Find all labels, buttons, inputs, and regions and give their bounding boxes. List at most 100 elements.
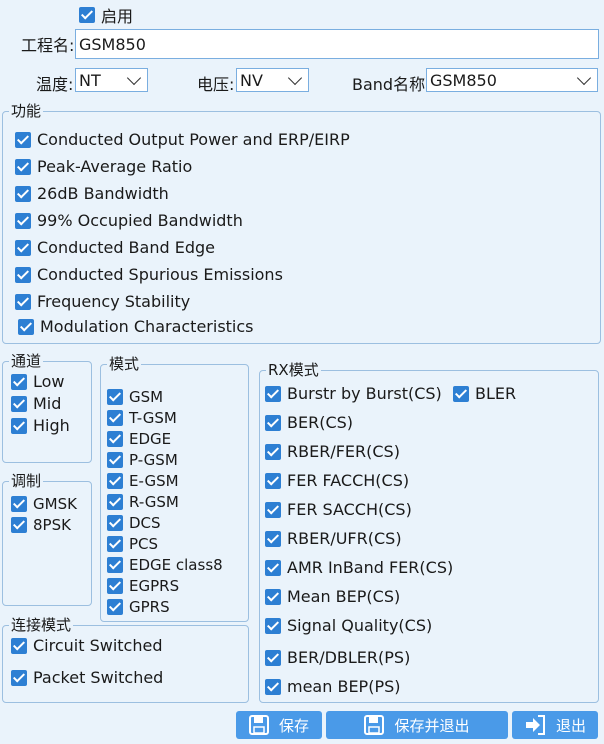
- project-name-value: GSM850: [79, 34, 146, 54]
- temperature-value: NT: [79, 70, 101, 90]
- band-label: Band名称:: [352, 75, 431, 94]
- temperature-select[interactable]: NT: [75, 68, 148, 92]
- checkbox-checked-icon: [15, 131, 31, 148]
- project-name-input[interactable]: GSM850: [75, 29, 599, 59]
- exit-label: 退出: [555, 716, 586, 735]
- mode-item-checkbox[interactable]: P-GSM: [107, 451, 178, 469]
- function-item-checkbox-label: Conducted Spurious Emissions: [37, 265, 283, 284]
- connect-group-title: 连接模式: [9, 615, 74, 635]
- rx-item-checkbox-label: RBER/FER(CS): [287, 442, 400, 461]
- function-item-checkbox-label: 99% Occupied Bandwidth: [37, 211, 243, 230]
- function-item-checkbox[interactable]: Conducted Band Edge: [15, 238, 215, 257]
- voltage-select[interactable]: NV: [236, 68, 309, 92]
- band-select[interactable]: GSM850: [426, 68, 598, 92]
- checkbox-checked-icon: [11, 373, 27, 390]
- mode-item-checkbox-label: P-GSM: [129, 451, 178, 469]
- checkbox-checked-icon: [265, 649, 281, 666]
- temperature-label: 温度:: [36, 75, 74, 94]
- checkbox-checked-icon: [265, 472, 281, 489]
- function-group: 功能 Conducted Output Power and ERP/EIRP Pe…: [2, 101, 601, 344]
- function-item-checkbox[interactable]: Conducted Output Power and ERP/EIRP: [15, 130, 350, 149]
- mode-item-checkbox[interactable]: DCS: [107, 514, 161, 532]
- function-item-checkbox[interactable]: 99% Occupied Bandwidth: [15, 211, 243, 230]
- function-item-checkbox-label: Frequency Stability: [37, 292, 191, 311]
- function-item-checkbox[interactable]: Frequency Stability: [15, 292, 190, 311]
- connect-item-checkbox-label: Packet Switched: [33, 668, 164, 687]
- mode-item-checkbox-label: EGPRS: [129, 577, 180, 595]
- mode-item-checkbox-label: GSM: [129, 388, 164, 406]
- rx-group-title: RX模式: [266, 360, 321, 380]
- rx-item-checkbox[interactable]: BER(CS): [265, 413, 353, 432]
- rx-item-checkbox[interactable]: RBER/UFR(CS): [265, 529, 402, 548]
- mode-group-title: 模式: [107, 354, 142, 374]
- checkbox-checked-icon: [107, 557, 123, 573]
- mode-item-checkbox-label: GPRS: [129, 598, 170, 616]
- function-item-checkbox[interactable]: Modulation Characteristics: [18, 317, 254, 336]
- save-exit-button[interactable]: 保存并退出: [326, 711, 508, 739]
- project-name-label: 工程名:: [21, 36, 75, 55]
- mode-item-checkbox-label: EDGE class8: [129, 556, 223, 574]
- rx-item-checkbox[interactable]: BER/DBLER(PS): [265, 648, 410, 667]
- rx-item-checkbox-label: Mean BEP(CS): [287, 587, 401, 606]
- checkbox-checked-icon: [15, 266, 31, 283]
- connect-item-checkbox[interactable]: Packet Switched: [11, 668, 163, 687]
- checkbox-checked-icon: [265, 559, 281, 576]
- rx-item-checkbox[interactable]: FER SACCH(CS): [265, 500, 412, 519]
- checkbox-checked-icon: [11, 496, 27, 512]
- rx-item-checkbox[interactable]: RBER/FER(CS): [265, 442, 400, 461]
- mode-item-checkbox[interactable]: GPRS: [107, 598, 170, 616]
- channel-item-checkbox[interactable]: Low: [11, 372, 65, 391]
- mode-item-checkbox-label: DCS: [129, 514, 161, 532]
- function-item-checkbox[interactable]: Conducted Spurious Emissions: [15, 265, 283, 284]
- mode-item-checkbox[interactable]: T-GSM: [107, 409, 177, 427]
- connect-item-checkbox[interactable]: Circuit Switched: [11, 636, 162, 655]
- channel-item-checkbox[interactable]: High: [11, 416, 70, 435]
- function-item-checkbox-label: Conducted Output Power and ERP/EIRP: [37, 130, 350, 149]
- mode-item-checkbox[interactable]: PCS: [107, 535, 158, 553]
- mode-item-checkbox[interactable]: GSM: [107, 388, 163, 406]
- checkbox-checked-icon: [15, 239, 31, 256]
- function-item-checkbox-label: Conducted Band Edge: [37, 238, 215, 257]
- modulation-item-checkbox[interactable]: GMSK: [11, 495, 77, 513]
- rx-item-checkbox[interactable]: Mean BEP(CS): [265, 587, 400, 606]
- chevron-down-icon: [576, 70, 592, 85]
- rx-item-checkbox[interactable]: BLER: [453, 384, 516, 403]
- enable-label: 启用: [101, 7, 134, 26]
- rx-group: RX模式 Burstr by Burst(CS) BLER BER(CS) RBER/…: [259, 360, 599, 703]
- function-item-checkbox[interactable]: 26dB Bandwidth: [15, 184, 169, 203]
- checkbox-checked-icon: [15, 158, 31, 175]
- rx-item-checkbox[interactable]: Burstr by Burst(CS): [265, 384, 442, 403]
- rx-item-checkbox[interactable]: FER FACCH(CS): [265, 471, 409, 490]
- save-button[interactable]: 保存: [236, 711, 322, 739]
- function-item-checkbox-label: 26dB Bandwidth: [37, 184, 169, 203]
- checkbox-checked-icon: [265, 530, 281, 547]
- mode-item-checkbox-label: E-GSM: [129, 472, 179, 490]
- channel-item-checkbox-label: Low: [33, 372, 65, 391]
- rx-item-checkbox-label: Signal Quality(CS): [287, 616, 433, 635]
- modulation-item-checkbox[interactable]: 8PSK: [11, 516, 71, 534]
- save-exit-label: 保存并退出: [394, 716, 470, 735]
- rx-item-checkbox-label: Burstr by Burst(CS): [287, 384, 442, 403]
- checkbox-checked-icon: [107, 410, 123, 426]
- rx-item-checkbox[interactable]: mean BEP(PS): [265, 677, 400, 696]
- modulation-group: 调制 GMSK 8PSK: [2, 471, 92, 606]
- checkbox-checked-icon: [107, 515, 123, 531]
- checkbox-checked-icon: [265, 678, 281, 695]
- rx-item-checkbox[interactable]: AMR InBand FER(CS): [265, 558, 453, 577]
- mode-item-checkbox[interactable]: R-GSM: [107, 493, 179, 511]
- exit-button[interactable]: 退出: [512, 711, 598, 739]
- chevron-down-icon: [287, 70, 303, 85]
- mode-item-checkbox[interactable]: E-GSM: [107, 472, 179, 490]
- rx-item-checkbox[interactable]: Signal Quality(CS): [265, 616, 432, 635]
- mode-item-checkbox[interactable]: EDGE class8: [107, 556, 223, 574]
- mode-item-checkbox[interactable]: EGPRS: [107, 577, 179, 595]
- enable-checkbox[interactable]: 启用: [79, 3, 133, 27]
- checkbox-checked-icon: [11, 637, 27, 654]
- rx-item-checkbox-label: mean BEP(PS): [287, 677, 401, 696]
- checkbox-checked-icon: [11, 517, 27, 533]
- mode-item-checkbox[interactable]: EDGE: [107, 430, 171, 448]
- channel-group-title: 通道: [9, 351, 44, 371]
- function-item-checkbox[interactable]: Peak-Average Ratio: [15, 157, 192, 176]
- modulation-item-checkbox-label: GMSK: [33, 495, 77, 513]
- channel-item-checkbox[interactable]: Mid: [11, 394, 61, 413]
